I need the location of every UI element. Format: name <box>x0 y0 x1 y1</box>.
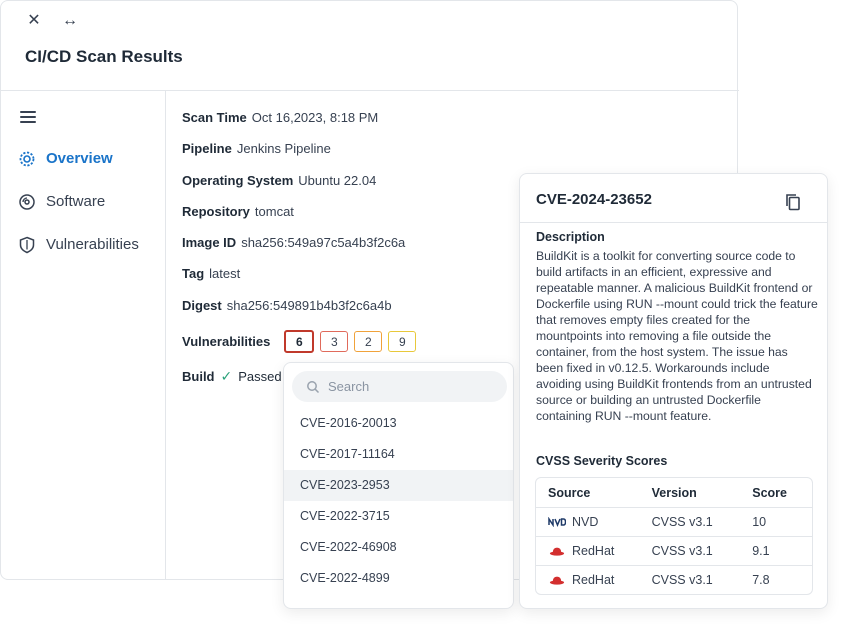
column-header: Version <box>651 485 697 500</box>
medium-count-badge[interactable]: 2 <box>354 331 383 352</box>
field-label: Pipeline <box>182 141 232 157</box>
source-cell: RedHat <box>536 544 652 558</box>
field-label: Operating System <box>182 172 294 188</box>
table-row: NVD CVSS v3.1 10 <box>536 507 812 536</box>
list-item-selected[interactable]: CVE-2023-2953 <box>284 470 513 501</box>
table-header-row: Source Version Score <box>536 478 812 507</box>
list-item[interactable]: CVE-2017-11164 <box>284 439 513 470</box>
version-cell: CVSS v3.1 <box>651 573 713 587</box>
page-title: CI/CD Scan Results <box>25 47 183 66</box>
nvd-logo-icon <box>548 517 566 527</box>
high-count-badge[interactable]: 3 <box>320 331 349 352</box>
redhat-logo-icon <box>549 547 565 556</box>
field-label: Repository <box>182 203 250 219</box>
list-item[interactable]: CVE-2016-20013 <box>284 408 513 439</box>
window-controls: ✕ ↔ <box>25 13 79 29</box>
search-placeholder: Search <box>328 379 370 394</box>
cve-dropdown: Search CVE-2016-20013 CVE-2017-11164 CVE… <box>283 362 514 609</box>
field-value: Ubuntu 22.04 <box>298 172 377 188</box>
list-item[interactable]: CVE-2022-3715 <box>284 501 513 532</box>
field-label: Scan Time <box>182 110 247 125</box>
disc-icon <box>17 192 37 212</box>
checkmark-icon: ✓ <box>220 368 233 384</box>
table-row: RedHat CVSS v3.1 7.8 <box>536 565 812 594</box>
source-name: NVD <box>572 515 599 529</box>
sidebar-item-label: Software <box>46 193 106 210</box>
score-cell: 7.8 <box>752 573 770 587</box>
field-value: sha256:549891b4b3f2c6a4b <box>226 297 392 313</box>
description-heading: Description <box>536 230 605 244</box>
search-icon <box>307 380 320 393</box>
column-header: Source <box>548 485 591 500</box>
low-count-badge[interactable]: 9 <box>388 331 417 352</box>
field-value: Jenkins Pipeline <box>236 141 331 157</box>
field-value: Oct 16,2023, 8:18 PM <box>251 110 379 125</box>
close-icon[interactable]: ✕ <box>25 13 43 29</box>
field-value: sha256:549a97c5a4b3f2c6a <box>241 235 406 251</box>
cve-detail-card: CVE-2024-23652 Description BuildKit is a… <box>519 173 828 609</box>
sidebar-item-software[interactable]: Software <box>17 180 139 223</box>
source-cell: RedHat <box>536 573 652 587</box>
description-text: BuildKit is a toolkit for converting sou… <box>536 249 818 423</box>
field-value: tomcat <box>254 203 294 219</box>
sidebar-item-label: Vulnerabilities <box>46 236 139 253</box>
cve-title: CVE-2024-23652 <box>536 191 652 208</box>
cvss-table: Source Version Score NVD CVSS v3.1 10 Re… <box>535 477 813 595</box>
sidebar-item-overview[interactable]: Overview <box>17 137 139 180</box>
column-header: Score <box>752 485 787 500</box>
search-input[interactable]: Search <box>292 371 507 402</box>
source-name: RedHat <box>572 573 615 587</box>
list-item[interactable]: CVE-2022-4899 <box>284 563 513 594</box>
scan-time-row: Scan Time Oct 16,2023, 8:18 PM <box>182 110 622 141</box>
version-cell: CVSS v3.1 <box>651 515 713 529</box>
score-cell: 10 <box>752 515 767 529</box>
score-cell: 9.1 <box>752 544 770 558</box>
menu-icon[interactable] <box>20 111 36 123</box>
sidebar-nav: Overview Software Vulnerabilities <box>17 137 139 266</box>
cve-list: CVE-2016-20013 CVE-2017-11164 CVE-2023-2… <box>284 408 513 594</box>
expand-horizontal-icon[interactable]: ↔ <box>61 13 79 29</box>
vulnerabilities-row: Vulnerabilities 6 3 2 9 <box>182 330 422 353</box>
header-divider <box>1 90 739 91</box>
redhat-logo-icon <box>549 576 565 585</box>
cvss-heading: CVSS Severity Scores <box>536 454 668 468</box>
build-status: Passed <box>238 369 282 384</box>
pipeline-row: Pipeline Jenkins Pipeline <box>182 141 622 172</box>
source-name: RedHat <box>572 544 615 558</box>
sidebar-divider <box>165 91 166 580</box>
gear-icon <box>17 149 37 169</box>
build-row: Build ✓ Passed <box>182 368 282 385</box>
table-row: RedHat CVSS v3.1 9.1 <box>536 536 812 565</box>
field-label: Digest <box>182 297 222 313</box>
copy-icon[interactable] <box>785 193 801 211</box>
field-value: latest <box>209 266 241 282</box>
field-label: Image ID <box>182 235 237 251</box>
sidebar-item-label: Overview <box>46 150 113 167</box>
list-item[interactable]: CVE-2022-46908 <box>284 532 513 563</box>
shield-icon <box>17 235 37 255</box>
field-label: Build <box>182 369 215 384</box>
field-label: Tag <box>182 266 205 282</box>
field-label: Vulnerabilities <box>182 334 271 349</box>
version-cell: CVSS v3.1 <box>651 544 713 558</box>
card-divider <box>520 222 827 223</box>
source-cell: NVD <box>536 515 652 529</box>
sidebar-item-vulnerabilities[interactable]: Vulnerabilities <box>17 223 139 266</box>
critical-count-badge[interactable]: 6 <box>284 330 315 353</box>
